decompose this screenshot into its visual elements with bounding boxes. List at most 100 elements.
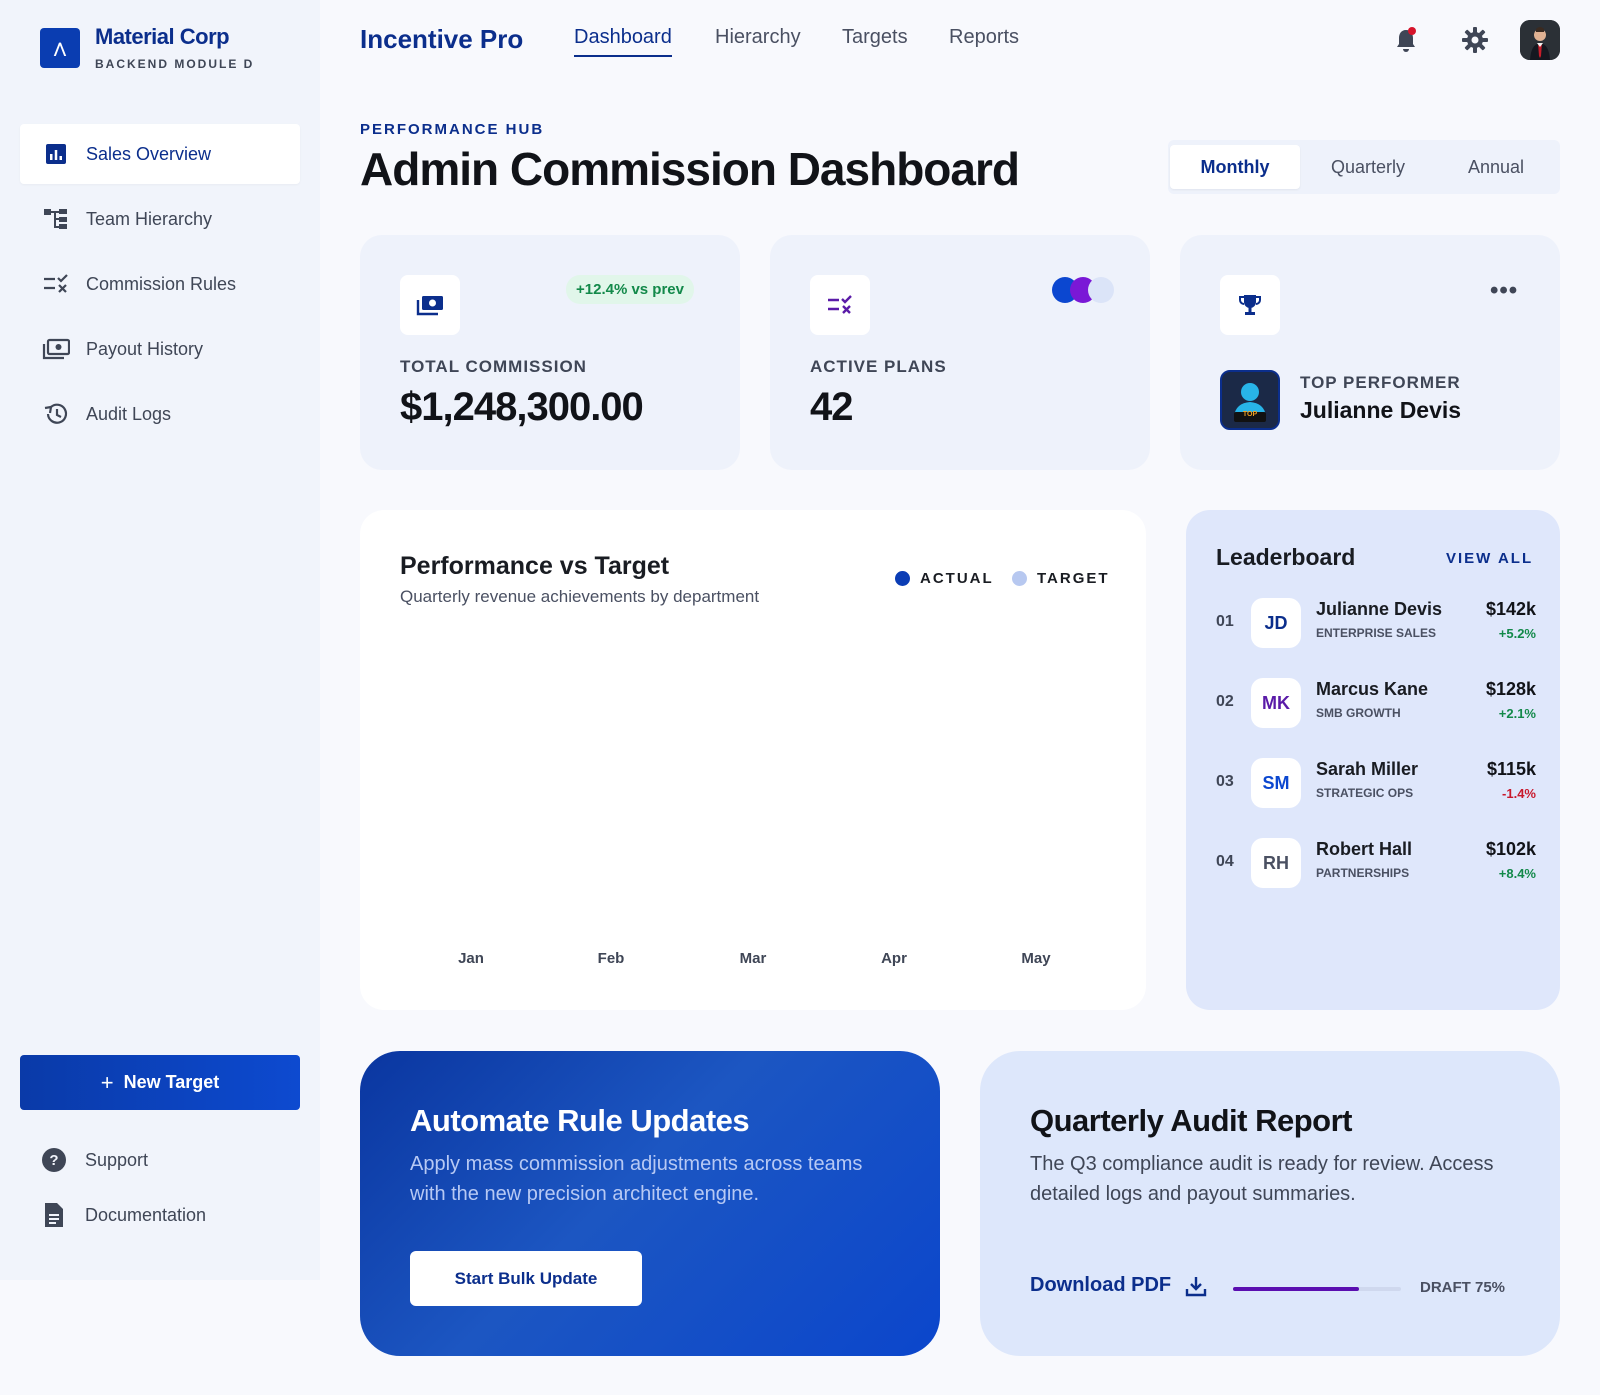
bar-chart-icon: [42, 140, 70, 168]
plus-icon: +: [100, 1069, 114, 1095]
x-tick: Mar: [739, 950, 767, 967]
legend-swatch-actual: [895, 571, 910, 586]
leaderboard-row[interactable]: 03 SM Sarah Miller STRATEGIC OPS $115k -1.4%: [1216, 755, 1536, 811]
performance-chart-card: Performance vs Target Quarterly revenue …: [360, 510, 1146, 1010]
top-performer-card: ••• TOP TOP PERFORMER Julianne Devis: [1180, 235, 1560, 470]
period-switcher: Monthly Quarterly Annual: [1168, 140, 1560, 194]
tab-targets[interactable]: Targets: [842, 26, 908, 49]
sidebar-item-label: Team Hierarchy: [86, 208, 213, 229]
rank: 03: [1216, 773, 1234, 790]
rank: 02: [1216, 693, 1234, 710]
x-tick: May: [1021, 950, 1051, 967]
audit-title: Quarterly Audit Report: [1030, 1103, 1353, 1138]
leaderboard-row[interactable]: 02 MK Marcus Kane SMB GROWTH $128k +2.1%: [1216, 675, 1536, 731]
rank: 04: [1216, 853, 1234, 870]
x-tick: Jan: [458, 950, 484, 967]
rep-change: +8.4%: [1498, 866, 1536, 881]
promo-title: Automate Rule Updates: [410, 1103, 750, 1138]
active-plans-card: ACTIVE PLANS 42: [770, 235, 1150, 470]
rep-name: Marcus Kane: [1316, 679, 1429, 699]
top-performer-badge-text: TOP: [1242, 411, 1258, 418]
rep-amount: $115k: [1486, 759, 1536, 779]
gear-icon: [1462, 27, 1488, 53]
download-pdf-link[interactable]: Download PDF: [1030, 1274, 1207, 1297]
support-label: Support: [85, 1149, 149, 1170]
rep-name: Julianne Devis: [1316, 599, 1443, 619]
hierarchy-icon: [42, 205, 70, 233]
notifications-button[interactable]: [1390, 24, 1422, 56]
sidebar-item-sales-overview[interactable]: Sales Overview: [20, 124, 300, 184]
x-tick: Feb: [597, 950, 625, 967]
user-avatar[interactable]: [1520, 20, 1560, 60]
tab-reports[interactable]: Reports: [949, 26, 1019, 49]
documentation-link[interactable]: Documentation: [40, 1201, 206, 1229]
period-monthly[interactable]: Monthly: [1170, 145, 1300, 189]
brand-logo: ⋀: [40, 28, 80, 68]
initials-avatar: JD: [1251, 598, 1301, 648]
draft-progress-bar: [1233, 1287, 1401, 1291]
new-target-label: New Target: [123, 1072, 220, 1092]
chart-plot-area: [400, 650, 1100, 940]
automate-rules-card: Automate Rule Updates Apply mass commiss…: [360, 1051, 940, 1356]
audit-description: The Q3 compliance audit is ready for rev…: [1030, 1153, 1494, 1205]
audit-report-card: Quarterly Audit Report The Q3 compliance…: [980, 1051, 1560, 1356]
sidebar-item-label: Audit Logs: [86, 403, 172, 424]
chart-subtitle: Quarterly revenue achievements by depart…: [400, 587, 760, 606]
sidebar-item-team-hierarchy[interactable]: Team Hierarchy: [20, 189, 300, 249]
sidebar-item-payout-history[interactable]: Payout History: [20, 319, 300, 379]
documentation-label: Documentation: [85, 1204, 207, 1225]
top-performer-avatar: TOP: [1220, 370, 1280, 430]
settings-button[interactable]: [1459, 24, 1491, 56]
download-icon: [1185, 1275, 1207, 1297]
kpi-value: 42: [810, 385, 853, 429]
view-all-link[interactable]: VIEW ALL: [1446, 550, 1533, 567]
sidebar-item-audit-logs[interactable]: Audit Logs: [20, 384, 300, 444]
sidebar-item-label: Sales Overview: [86, 143, 212, 164]
history-icon: [42, 400, 70, 428]
kpi-label: TOP PERFORMER: [1300, 373, 1461, 392]
rep-amount: $128k: [1485, 679, 1536, 699]
legend-actual: ACTUAL: [895, 570, 994, 587]
sidebar-item-label: Payout History: [86, 338, 204, 359]
document-icon: [40, 1201, 68, 1229]
initials-avatar: MK: [1251, 678, 1301, 728]
help-icon: ?: [40, 1146, 68, 1174]
support-link[interactable]: ? Support: [40, 1146, 148, 1174]
x-tick: Apr: [881, 950, 907, 967]
kpi-value: $1,248,300.00: [400, 385, 644, 429]
leaderboard-row[interactable]: 04 RH Robert Hall PARTNERSHIPS $102k +8.4%: [1216, 835, 1536, 891]
rep-change: +2.1%: [1498, 706, 1536, 721]
new-target-button[interactable]: + New Target: [20, 1055, 300, 1110]
kpi-label: ACTIVE PLANS: [810, 357, 947, 376]
sidebar-item-commission-rules[interactable]: Commission Rules: [20, 254, 300, 314]
rep-name: Sarah Miller: [1316, 759, 1419, 779]
rep-department: STRATEGIC OPS: [1316, 786, 1414, 800]
more-options-icon[interactable]: •••: [1490, 277, 1518, 305]
rule-icon: [810, 275, 870, 335]
draft-progress-fill: [1233, 1287, 1359, 1291]
page-title: Admin Commission Dashboard: [360, 143, 1020, 195]
period-annual[interactable]: Annual: [1436, 145, 1556, 189]
tab-hierarchy[interactable]: Hierarchy: [715, 26, 801, 49]
rule-icon: [42, 270, 70, 298]
legend-target: TARGET: [1012, 570, 1110, 587]
rep-amount: $142k: [1485, 599, 1536, 619]
period-quarterly[interactable]: Quarterly: [1300, 145, 1436, 189]
legend-label: TARGET: [1037, 570, 1110, 587]
leaderboard-title: Leaderboard: [1216, 544, 1356, 570]
legend-swatch-target: [1012, 571, 1027, 586]
rep-change: -1.4%: [1502, 786, 1536, 801]
tab-dashboard[interactable]: Dashboard: [574, 26, 672, 57]
rank: 01: [1216, 613, 1234, 630]
start-bulk-update-button[interactable]: Start Bulk Update: [410, 1251, 642, 1306]
rep-name: Robert Hall: [1316, 839, 1413, 859]
brand-name: Material Corp: [95, 24, 230, 49]
kpi-label: TOTAL COMMISSION: [400, 357, 587, 376]
rep-department: PARTNERSHIPS: [1316, 866, 1410, 880]
plan-avatar-stack: [1052, 277, 1132, 303]
sidebar-item-label: Commission Rules: [86, 273, 237, 294]
top-performer-name: Julianne Devis: [1300, 397, 1462, 423]
initials-avatar: SM: [1251, 758, 1301, 808]
payments-icon: [42, 335, 70, 363]
leaderboard-row[interactable]: 01 JD Julianne Devis ENTERPRISE SALES $142k +…: [1216, 595, 1536, 651]
